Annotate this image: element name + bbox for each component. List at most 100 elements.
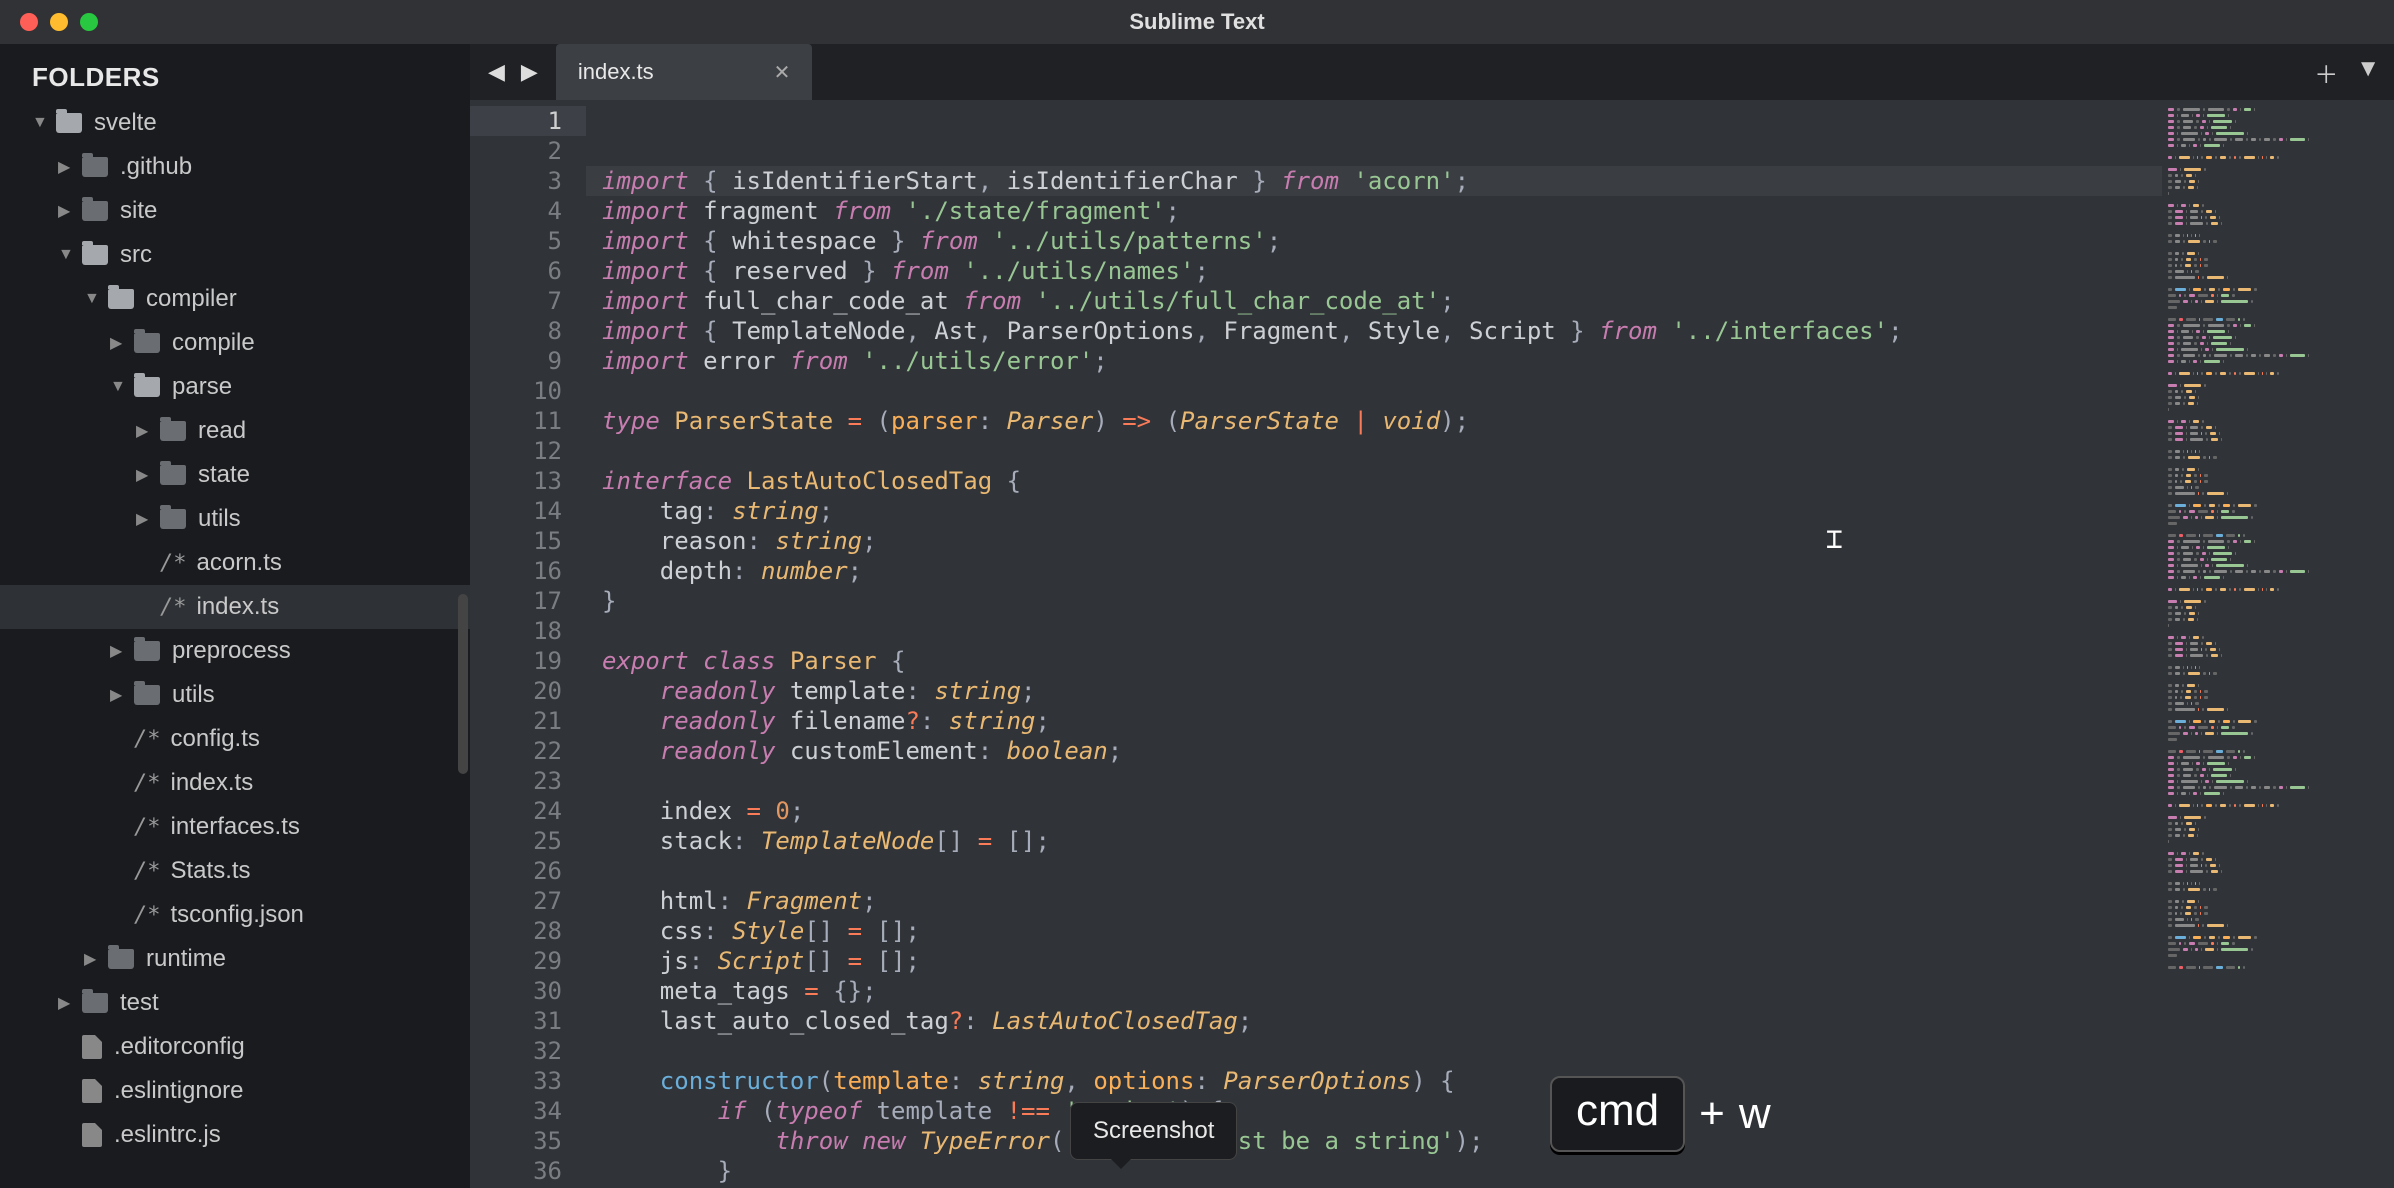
minimap-line <box>2168 366 2388 370</box>
disclosure-arrow-icon[interactable]: ▶ <box>136 465 154 485</box>
minimap-line <box>2168 450 2388 454</box>
code-line: tag: string; <box>586 496 2162 526</box>
minimap-line <box>2168 600 2388 604</box>
tree-item[interactable]: ▼parse <box>0 365 470 409</box>
nav-forward-icon[interactable]: ▶ <box>515 55 544 89</box>
minimap-line <box>2168 900 2388 904</box>
minimap-line <box>2168 690 2388 694</box>
disclosure-arrow-icon[interactable]: ▶ <box>110 685 128 705</box>
tree-item[interactable]: ▼compiler <box>0 277 470 321</box>
tree-item[interactable]: ▶test <box>0 981 470 1025</box>
folder-icon <box>108 949 134 969</box>
minimap-line <box>2168 762 2388 766</box>
folder-icon <box>82 157 108 177</box>
folder-icon <box>56 113 82 133</box>
line-number: 1 <box>470 106 586 136</box>
close-window-button[interactable] <box>20 13 38 31</box>
minimap-line <box>2168 780 2388 784</box>
line-number: 29 <box>470 946 562 976</box>
nav-back-icon[interactable]: ◀ <box>482 55 511 89</box>
tab-active[interactable]: index.ts ✕ <box>556 44 813 100</box>
minimize-window-button[interactable] <box>50 13 68 31</box>
sidebar-scrollbar[interactable] <box>458 594 468 774</box>
disclosure-arrow-icon[interactable]: ▶ <box>110 333 128 353</box>
code-line: index = 0; <box>586 796 2162 826</box>
minimap[interactable] <box>2162 100 2394 1188</box>
minimap-line <box>2168 174 2388 178</box>
minimap-line <box>2168 732 2388 736</box>
sidebar-header: FOLDERS <box>0 54 470 101</box>
keycast-overlay: cmd + w <box>1550 1076 1771 1152</box>
tree-item[interactable]: /*acorn.ts <box>0 541 470 585</box>
tree-item[interactable]: /*interfaces.ts <box>0 805 470 849</box>
minimap-line <box>2168 510 2388 514</box>
minimap-line <box>2168 378 2388 382</box>
line-number: 34 <box>470 1096 562 1126</box>
disclosure-arrow-icon[interactable]: ▼ <box>110 378 128 396</box>
tree-item[interactable]: ▶site <box>0 189 470 233</box>
minimap-line <box>2168 222 2388 226</box>
minimap-line <box>2168 306 2388 310</box>
tree-item-label: .github <box>120 153 192 181</box>
minimap-line <box>2168 702 2388 706</box>
tree-item[interactable]: /*Stats.ts <box>0 849 470 893</box>
tree-item[interactable]: /*index.ts <box>0 585 470 629</box>
tree-item[interactable]: ▶utils <box>0 673 470 717</box>
minimap-line <box>2168 390 2388 394</box>
disclosure-arrow-icon[interactable]: ▶ <box>136 421 154 441</box>
minimap-line <box>2168 114 2388 118</box>
tree-item[interactable]: ▶runtime <box>0 937 470 981</box>
line-number: 5 <box>470 226 562 256</box>
line-number: 23 <box>470 766 562 796</box>
disclosure-arrow-icon[interactable]: ▶ <box>58 157 76 177</box>
code-line: } <box>586 586 2162 616</box>
new-tab-icon[interactable]: ＋ <box>2314 55 2338 90</box>
disclosure-arrow-icon[interactable]: ▶ <box>136 509 154 529</box>
line-number-gutter: 1234567891011121314151617181920212223242… <box>470 100 586 1188</box>
tree-item[interactable]: ▶ .github <box>0 145 470 189</box>
minimap-line <box>2168 132 2388 136</box>
tree-item[interactable]: .eslintrc.js <box>0 1113 470 1157</box>
tree-item[interactable]: ▼src <box>0 233 470 277</box>
main-area: FOLDERS ▼svelte ▶ .github ▶site▼src▼compile… <box>0 44 2394 1188</box>
tree-item[interactable]: /*config.ts <box>0 717 470 761</box>
tree-item[interactable]: .editorconfig <box>0 1025 470 1069</box>
tree-item-label: .eslintrc.js <box>114 1121 221 1149</box>
disclosure-arrow-icon[interactable]: ▼ <box>32 114 50 132</box>
code-line: readonly customElement: boolean; <box>586 736 2162 766</box>
minimap-line <box>2168 426 2388 430</box>
minimap-line <box>2168 516 2388 520</box>
disclosure-arrow-icon[interactable]: ▶ <box>84 949 102 969</box>
disclosure-arrow-icon[interactable]: ▼ <box>84 290 102 308</box>
tab-close-icon[interactable]: ✕ <box>774 60 791 85</box>
disclosure-arrow-icon[interactable]: ▶ <box>58 201 76 221</box>
minimap-line <box>2168 402 2388 406</box>
minimap-line <box>2168 810 2388 814</box>
minimap-line <box>2168 522 2388 526</box>
tab-dropdown-icon[interactable]: ▼ <box>2356 55 2380 90</box>
minimap-line <box>2168 486 2388 490</box>
screenshot-tooltip-label: Screenshot <box>1093 1117 1214 1144</box>
folder-icon <box>134 377 160 397</box>
code-content[interactable]: import { isIdentifierStart, isIdentifier… <box>586 100 2162 1188</box>
minimap-line <box>2168 372 2388 376</box>
maximize-window-button[interactable] <box>80 13 98 31</box>
tree-item[interactable]: .eslintignore <box>0 1069 470 1113</box>
tree-item[interactable]: ▶utils <box>0 497 470 541</box>
disclosure-arrow-icon[interactable]: ▼ <box>58 246 76 264</box>
tree-item[interactable]: ▼svelte <box>0 101 470 145</box>
tree-item[interactable]: /*index.ts <box>0 761 470 805</box>
minimap-line <box>2168 384 2388 388</box>
disclosure-arrow-icon[interactable]: ▶ <box>110 641 128 661</box>
tree-item-label: interfaces.ts <box>171 813 300 841</box>
keycast-letter: w <box>1739 1089 1771 1139</box>
tree-item[interactable]: ▶read <box>0 409 470 453</box>
minimap-line <box>2168 300 2388 304</box>
tree-item[interactable]: ▶compile <box>0 321 470 365</box>
screenshot-tooltip: Screenshot <box>1070 1102 1237 1160</box>
code-line: import { whitespace } from '../utils/pat… <box>586 226 2162 256</box>
tree-item[interactable]: ▶state <box>0 453 470 497</box>
tree-item[interactable]: ▶preprocess <box>0 629 470 673</box>
disclosure-arrow-icon[interactable]: ▶ <box>58 993 76 1013</box>
tree-item[interactable]: /*tsconfig.json <box>0 893 470 937</box>
